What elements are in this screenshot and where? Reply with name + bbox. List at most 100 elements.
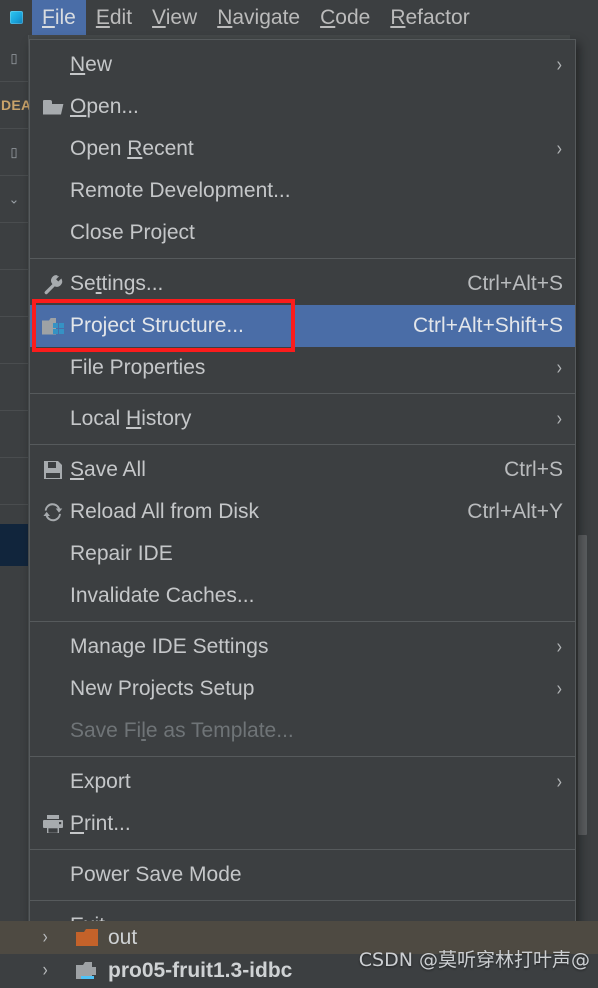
menu-bar-item-view-label: View <box>152 6 198 29</box>
menu-item-icon <box>36 398 70 440</box>
ide-window: ▯ DEA ▯ ⌄ File Edit View Navigate Code R… <box>0 0 598 988</box>
menu-bar-item-file-label: File <box>42 6 76 29</box>
menu-group: Export › Print... <box>30 761 575 845</box>
menu-item-reload-all-from-disk[interactable]: Reload All from Disk Ctrl+Alt+Y <box>30 491 575 533</box>
menu-bar-item-navigate[interactable]: Navigate <box>207 0 310 35</box>
menu-bar-item-edit[interactable]: Edit <box>86 0 142 35</box>
menu-bar-item-code[interactable]: Code <box>310 0 380 35</box>
menu-item-icon <box>36 533 70 575</box>
menu-item-label: Settings... <box>70 272 164 295</box>
menu-item-icon <box>36 449 70 491</box>
menu-group: Save All Ctrl+S Reload All from Disk Ctrl+A… <box>30 449 575 617</box>
menu-item-repair-ide[interactable]: Repair IDE <box>30 533 575 575</box>
tool-window-button-bookmarks[interactable]: ▯ <box>0 129 28 176</box>
menu-separator <box>30 900 575 901</box>
tool-window-button-collapse[interactable]: ⌄ <box>0 176 28 223</box>
menu-item-local-history[interactable]: Local History › <box>30 398 575 440</box>
menu-bar-item-refactor[interactable]: Refactor <box>380 0 479 35</box>
menu-item-save-file-as-template: Save File as Template... <box>30 710 575 752</box>
menu-bar-item-code-label: Code <box>320 6 371 29</box>
menu-item-icon <box>36 803 70 845</box>
menu-item-invalidate-caches[interactable]: Invalidate Caches... <box>30 575 575 617</box>
menu-bar-item-refactor-label: Refactor <box>390 6 470 29</box>
chevron-right-icon[interactable]: › <box>43 927 48 949</box>
menu-item-manage-ide-settings[interactable]: Manage IDE Settings › <box>30 626 575 668</box>
menu-item-shortcut: Ctrl+S <box>504 458 563 481</box>
menu-item-new-projects-setup[interactable]: New Projects Setup › <box>30 668 575 710</box>
module-folder-icon <box>76 962 98 979</box>
chevron-right-icon: › <box>556 138 563 160</box>
menu-item-label: File Properties <box>70 356 206 379</box>
menu-item-label: Project Structure... <box>70 314 244 337</box>
orange-folder-icon <box>76 929 98 946</box>
menu-bar-item-view[interactable]: View <box>142 0 207 35</box>
menu-item-label: New <box>70 53 113 76</box>
menu-item-shortcut: Ctrl+Alt+Shift+S <box>413 314 563 337</box>
menu-item-label: Open... <box>70 95 139 118</box>
wrench-icon <box>44 275 63 295</box>
menu-item-icon <box>36 710 70 752</box>
menu-item-label: Manage IDE Settings <box>70 635 269 658</box>
project-structure-icon <box>42 317 64 335</box>
tree-row-label: pro05-fruit1.3-idbc <box>108 958 293 982</box>
reload-icon <box>42 502 62 521</box>
menu-item-label: Reload All from Disk <box>70 500 260 523</box>
tool-window-button-extra-4[interactable] <box>0 364 28 411</box>
left-tool-window-bar[interactable]: ▯ DEA ▯ ⌄ <box>0 35 31 988</box>
menu-item-print[interactable]: Print... <box>30 803 575 845</box>
menu-item-save-all[interactable]: Save All Ctrl+S <box>30 449 575 491</box>
menu-item-icon <box>36 44 70 86</box>
menu-item-icon <box>36 761 70 803</box>
intellij-idea-logo-icon <box>9 11 23 24</box>
tool-window-button-extra-3[interactable] <box>0 317 28 364</box>
menu-item-label: Invalidate Caches... <box>70 584 255 607</box>
tool-window-button-extra-6[interactable] <box>0 458 28 505</box>
menu-item-icon <box>36 212 70 254</box>
menu-item-remote-development[interactable]: Remote Development... <box>30 170 575 212</box>
menu-separator <box>30 393 575 394</box>
menu-group: Manage IDE Settings › New Projects Setup › S… <box>30 626 575 752</box>
tool-window-button-extra-2[interactable] <box>0 270 28 317</box>
menu-item-label: Export <box>70 770 131 793</box>
tool-window-button-extra-1[interactable] <box>0 223 28 270</box>
menu-item-label: Save All <box>70 458 146 481</box>
menu-group: Settings... Ctrl+Alt+S Project Structure..… <box>30 263 575 389</box>
chevron-right-icon: › <box>556 636 563 658</box>
menu-item-label: Local History <box>70 407 192 430</box>
menu-item-project-structure[interactable]: Project Structure... Ctrl+Alt+Shift+S <box>30 305 575 347</box>
menu-item-icon <box>36 347 70 389</box>
menu-item-icon <box>36 170 70 212</box>
watermark-text: CSDN @莫听穿林打叶声@ <box>358 949 590 971</box>
menu-item-icon <box>36 575 70 617</box>
menu-item-open-recent[interactable]: Open Recent › <box>30 128 575 170</box>
menu-group: Local History › <box>30 398 575 440</box>
menu-item-new[interactable]: New › <box>30 44 575 86</box>
tool-window-button-project[interactable]: ▯ <box>0 35 28 82</box>
menu-separator <box>30 756 575 757</box>
chevron-right-icon: › <box>556 771 563 793</box>
chevron-right-icon: › <box>556 678 563 700</box>
vertical-scrollbar[interactable] <box>578 535 587 835</box>
printer-icon <box>43 815 63 833</box>
chevron-down-icon: ⌄ <box>8 191 20 207</box>
menu-item-power-save-mode[interactable]: Power Save Mode <box>30 854 575 896</box>
ide-logo <box>0 0 32 35</box>
menu-item-label: Print... <box>70 812 131 835</box>
menu-item-close-project[interactable]: Close Project <box>30 212 575 254</box>
folder-open-icon <box>42 99 64 115</box>
menu-item-label: New Projects Setup <box>70 677 255 700</box>
tool-window-button-extra-5[interactable] <box>0 411 28 458</box>
menu-item-open[interactable]: Open... <box>30 86 575 128</box>
menu-item-settings[interactable]: Settings... Ctrl+Alt+S <box>30 263 575 305</box>
floppy-disk-icon <box>44 461 62 479</box>
menu-bar-item-edit-label: Edit <box>95 6 133 29</box>
menu-bar-item-file[interactable]: File <box>32 0 86 35</box>
menu-item-file-properties[interactable]: File Properties › <box>30 347 575 389</box>
left-panel-selected-row <box>0 524 28 566</box>
menu-separator <box>30 444 575 445</box>
menu-item-label: Save File as Template... <box>70 719 294 742</box>
chevron-right-icon[interactable]: › <box>43 960 48 982</box>
menu-item-export[interactable]: Export › <box>30 761 575 803</box>
menu-group: Power Save Mode <box>30 854 575 896</box>
menu-item-icon <box>36 86 70 128</box>
